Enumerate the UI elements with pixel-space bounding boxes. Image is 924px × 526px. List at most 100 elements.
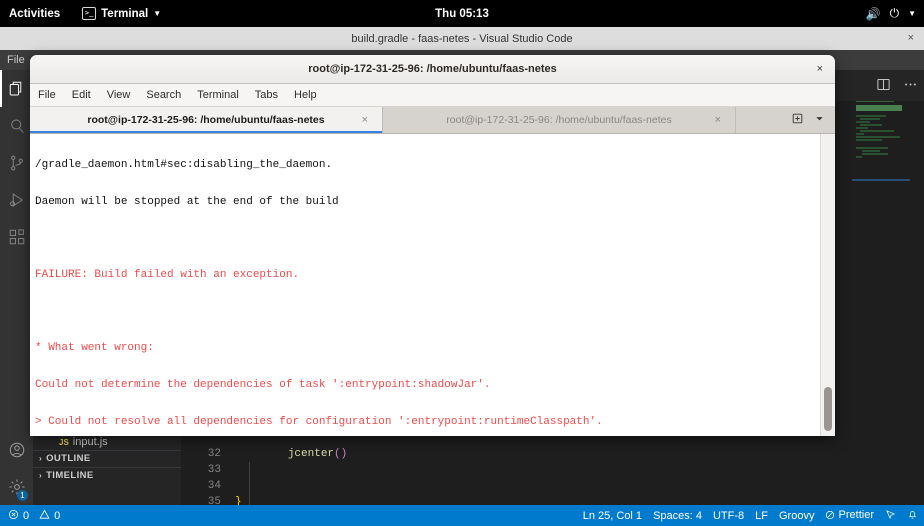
source-control-icon: [8, 154, 26, 172]
terminal-menu-file[interactable]: File: [30, 84, 64, 106]
menu-file[interactable]: File: [0, 50, 32, 70]
file-label: input.js: [72, 436, 108, 448]
terminal-line: > Could not resolve all dependencies for…: [35, 415, 603, 428]
prettier-check-icon: [825, 510, 835, 523]
line-number: 33: [207, 464, 221, 476]
terminal-tab-buttons: [781, 107, 835, 133]
feedback-icon[interactable]: [885, 509, 896, 523]
code-function: jcenter: [287, 448, 335, 460]
language-mode[interactable]: Groovy: [779, 510, 814, 522]
terminal-icon: >_: [82, 7, 97, 20]
indentation[interactable]: Spaces: 4: [653, 510, 702, 522]
error-icon[interactable]: [8, 509, 19, 523]
terminal-menu-edit[interactable]: Edit: [64, 84, 99, 106]
js-file-icon: JS: [59, 438, 69, 447]
split-editor-icon[interactable]: [876, 77, 891, 95]
sidebar-item-run-and-debug[interactable]: [0, 181, 33, 218]
formatter-label: Prettier: [838, 508, 874, 521]
formatter-status[interactable]: Prettier: [825, 509, 874, 523]
terminal-line: FAILURE: Build failed with an exception.: [35, 269, 300, 282]
sidebar-section-timeline[interactable]: › TIMELINE: [33, 467, 181, 484]
terminal-tab-label: root@ip-172-31-25-96: /home/ubuntu/faas-…: [446, 114, 672, 126]
terminal-line: Daemon will be stopped at the end of the…: [35, 196, 339, 208]
vscode-title-bar: build.gradle - faas-netes - Visual Studi…: [0, 27, 924, 50]
cursor-position[interactable]: Ln 25, Col 1: [583, 510, 642, 522]
run-debug-icon: [8, 191, 26, 209]
close-icon[interactable]: ×: [362, 114, 368, 126]
terminal-window: root@ip-172-31-25-96: /home/ubuntu/faas-…: [30, 55, 835, 436]
sidebar-item-search[interactable]: [0, 107, 33, 144]
vscode-window-title: build.gradle - faas-netes - Visual Studi…: [351, 32, 573, 45]
gnome-top-bar: Activities >_ Terminal ▼ Thu 05:13 🔊 ⏻ ▼: [0, 0, 924, 27]
terminal-tab-1[interactable]: root@ip-172-31-25-96: /home/ubuntu/faas-…: [30, 107, 383, 133]
warning-count[interactable]: 0: [54, 510, 60, 522]
minimap-block: [856, 105, 902, 111]
chevron-down-icon: ▼: [153, 9, 162, 18]
terminal-line: /gradle_daemon.html#sec:disabling_the_da…: [35, 159, 333, 172]
activity-bar-bottom: 1: [0, 431, 33, 505]
terminal-line: Could not determine the dependencies of …: [35, 378, 491, 391]
close-icon[interactable]: ×: [908, 27, 914, 50]
terminal-output-area[interactable]: /gradle_daemon.html#sec:disabling_the_da…: [30, 134, 835, 436]
account-icon: [8, 441, 26, 459]
terminal-menu-search[interactable]: Search: [138, 84, 189, 106]
terminal-menu-tabs[interactable]: Tabs: [247, 84, 286, 106]
terminal-menu-view[interactable]: View: [99, 84, 139, 106]
sidebar-item-extensions[interactable]: [0, 218, 33, 255]
chevron-down-icon[interactable]: [814, 113, 825, 127]
warning-icon[interactable]: [39, 509, 50, 523]
terminal-menu-bar: File Edit View Search Terminal Tabs Help: [30, 84, 835, 107]
notifications-bell-icon[interactable]: [907, 509, 918, 523]
close-icon[interactable]: ×: [817, 63, 823, 75]
line-number: 34: [207, 480, 221, 492]
terminal-menu-terminal[interactable]: Terminal: [189, 84, 247, 106]
code-line: 34: [181, 478, 924, 494]
terminal-tab-bar: root@ip-172-31-25-96: /home/ubuntu/faas-…: [30, 107, 835, 134]
sidebar-item-source-control[interactable]: [0, 144, 33, 181]
section-label: TIMELINE: [46, 470, 94, 481]
terminal-output-text: /gradle_daemon.html#sec:disabling_the_da…: [35, 135, 821, 436]
search-icon: [8, 117, 26, 135]
chevron-down-icon[interactable]: ▼: [908, 9, 916, 18]
manage-settings-button[interactable]: 1: [0, 468, 33, 505]
terminal-tab-2[interactable]: root@ip-172-31-25-96: /home/ubuntu/faas-…: [383, 107, 736, 133]
terminal-scrollbar[interactable]: [820, 134, 835, 436]
terminal-tab-label: root@ip-172-31-25-96: /home/ubuntu/faas-…: [87, 114, 325, 126]
new-tab-icon[interactable]: [791, 112, 804, 128]
close-icon[interactable]: ×: [715, 114, 721, 126]
files-icon: [8, 80, 26, 98]
error-count[interactable]: 0: [23, 510, 29, 522]
power-icon[interactable]: ⏻: [890, 6, 900, 21]
section-label: OUTLINE: [46, 453, 91, 464]
extensions-icon: [8, 228, 26, 246]
chevron-right-icon: ›: [39, 454, 43, 463]
status-bar-right: Ln 25, Col 1 Spaces: 4 UTF-8 LF Groovy P…: [583, 509, 918, 523]
indent-guide: [249, 462, 250, 510]
terminal-title-bar[interactable]: root@ip-172-31-25-96: /home/ubuntu/faas-…: [30, 55, 835, 84]
sidebar-section-outline[interactable]: › OUTLINE: [33, 450, 181, 467]
volume-icon[interactable]: 🔊: [866, 7, 881, 21]
terminal-menu-help[interactable]: Help: [286, 84, 325, 106]
chevron-right-icon: ›: [39, 471, 43, 480]
encoding[interactable]: UTF-8: [713, 510, 744, 522]
editor-actions: [876, 70, 918, 101]
accounts-button[interactable]: [0, 431, 33, 468]
sidebar-item-explorer[interactable]: [0, 70, 33, 107]
activity-bar: 1: [0, 70, 33, 526]
app-menu-button[interactable]: >_ Terminal ▼: [82, 7, 161, 20]
terminal-line: * What went wrong:: [35, 342, 154, 355]
activities-button[interactable]: Activities: [9, 8, 60, 20]
line-endings[interactable]: LF: [755, 510, 768, 522]
status-bar-left: 0 0: [0, 509, 60, 523]
system-tray[interactable]: 🔊 ⏻ ▼: [866, 6, 916, 21]
scrollbar-thumb[interactable]: [824, 387, 832, 431]
more-actions-icon[interactable]: [903, 77, 918, 95]
line-number: 32: [207, 448, 221, 460]
status-bar: 0 0 Ln 25, Col 1 Spaces: 4 UTF-8 LF Groo…: [0, 505, 924, 526]
code-parens: (): [334, 448, 348, 460]
code-line: 33: [181, 462, 924, 478]
list-item[interactable]: JS input.js: [33, 435, 181, 450]
